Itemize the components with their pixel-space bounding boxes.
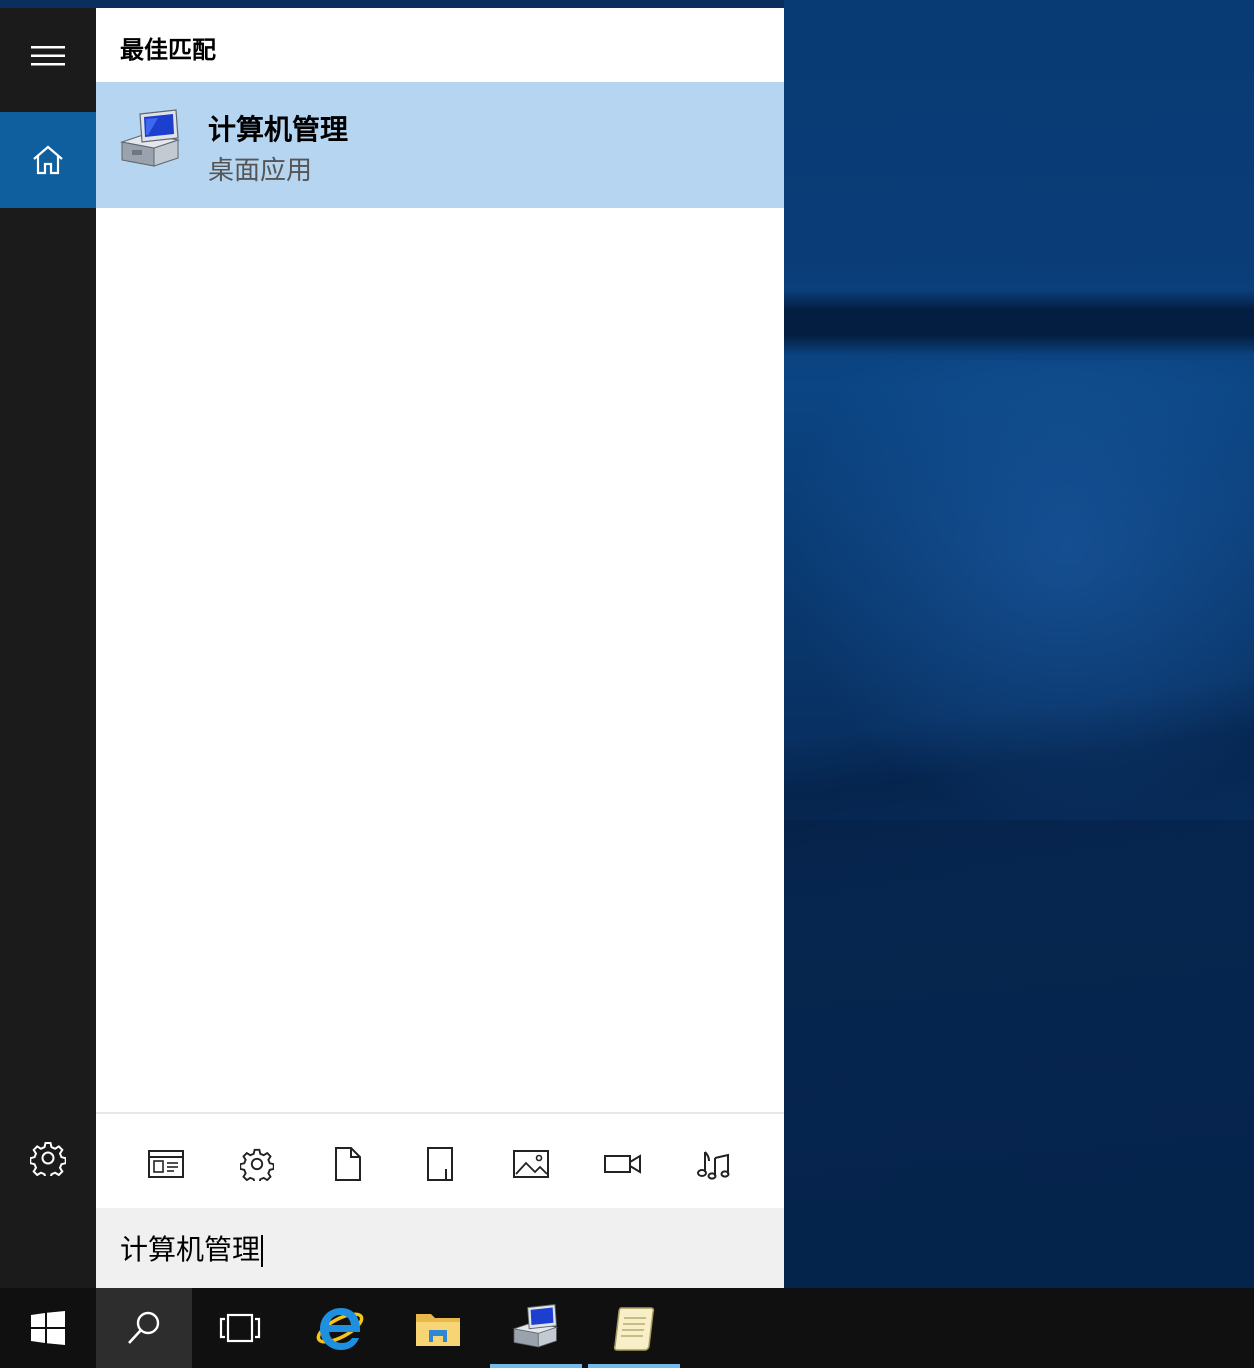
expand-menu-button[interactable] [0,8,96,104]
task-view-icon [219,1313,261,1343]
start-button[interactable] [0,1288,96,1368]
folders-filter-button[interactable] [420,1144,460,1184]
videos-filter-button[interactable] [603,1144,643,1184]
section-title-best-match: 最佳匹配 [120,36,216,64]
search-input[interactable]: 计算机管理 [96,1208,784,1288]
home-button[interactable] [0,112,96,208]
search-input-value: 计算机管理 [120,1233,261,1266]
text-caret [261,1235,264,1267]
internet-explorer-button[interactable] [292,1288,388,1368]
apps-filter-button[interactable] [146,1144,186,1184]
settings-filter-icon [240,1148,274,1181]
internet-explorer-icon [316,1308,364,1350]
documents-filter-icon [335,1147,361,1181]
wallpaper-dark-band [784,290,1254,355]
photos-filter-icon [513,1150,549,1178]
taskbar [0,1288,1254,1368]
best-match-result[interactable]: 计算机管理 桌面应用 [96,82,784,208]
file-explorer-button[interactable] [390,1288,486,1368]
settings-button[interactable] [0,1110,96,1206]
hamburger-menu-icon [31,46,65,66]
search-input-value-wrap: 计算机管理 [120,1228,264,1268]
settings-filter-button[interactable] [237,1144,277,1184]
computer-management-taskbar-button[interactable] [488,1288,584,1368]
music-filter-icon [697,1151,730,1180]
notepad-scroll-icon [613,1307,655,1351]
music-filter-button[interactable] [694,1144,734,1184]
gear-icon [30,1142,66,1176]
taskbar-search-button[interactable] [96,1288,192,1368]
documents-filter-button[interactable] [328,1144,368,1184]
result-title: 计算机管理 [208,113,349,146]
start-top-edge [0,0,784,8]
result-subtitle: 桌面应用 [208,156,313,186]
folders-filter-icon [427,1147,453,1181]
file-explorer-icon [416,1314,460,1346]
task-view-button[interactable] [192,1288,288,1368]
search-filter-bar [96,1112,784,1210]
windows-start-icon [31,1311,65,1345]
apps-filter-icon [148,1150,184,1178]
wallpaper-light-beam [784,360,1254,830]
search-results-panel: 最佳匹配 计算机管理 桌面应用 计算机管理 [96,8,784,1288]
search-icon [128,1311,160,1344]
computer-management-icon [120,109,180,167]
videos-filter-icon [604,1154,641,1174]
wallpaper-shadow [784,820,1254,1288]
notepad-taskbar-button[interactable] [586,1288,682,1368]
home-icon [33,145,63,175]
computer-management-icon [512,1304,558,1348]
photos-filter-button[interactable] [511,1144,551,1184]
